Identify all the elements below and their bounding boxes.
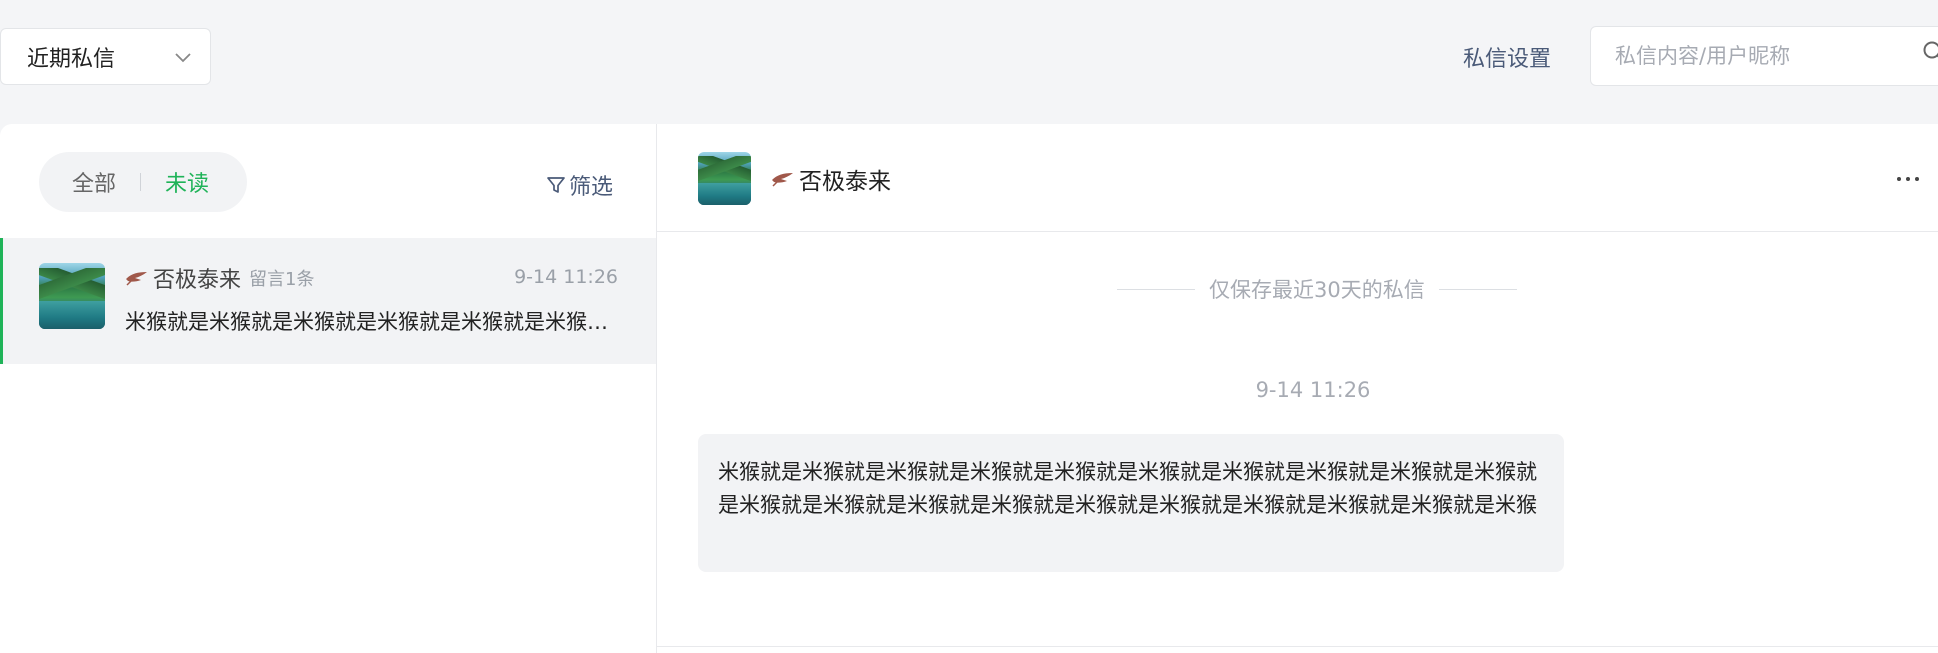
message-count: 留言1条	[249, 269, 315, 290]
conversation-header: 否极泰来 留言1条	[125, 262, 314, 294]
tab-divider	[140, 173, 142, 191]
chat-contact-name[interactable]: 否极泰来	[799, 162, 891, 196]
conversation-name: 否极泰来	[153, 268, 242, 293]
message-timestamp: 9-14 11:26	[1255, 378, 1371, 402]
read-state-tabs: 全部 未读	[39, 152, 247, 212]
chat-avatar[interactable]	[698, 152, 751, 205]
more-options-icon[interactable]	[1897, 172, 1937, 186]
composer-divider	[657, 646, 1938, 647]
search-box	[1590, 26, 1938, 86]
conversation-filter-dropdown[interactable]: 近期私信	[0, 28, 211, 85]
divider-line	[1117, 288, 1195, 290]
chat-panel: 否极泰来 仅保存最近30天的私信 9-14 11:26 米猴就是米猴就是米猴就是…	[656, 124, 1938, 653]
top-bar: 近期私信 私信设置	[0, 0, 1938, 124]
search-input[interactable]	[1615, 41, 1905, 71]
chat-contact: 否极泰来	[771, 162, 891, 196]
conversation-list-panel: 全部 未读 筛选 否极泰来 留言1条 9-14 11:26 米猴就是米猴就是米猴…	[0, 124, 656, 653]
bird-badge-icon	[772, 173, 793, 187]
avatar	[39, 263, 105, 329]
message-settings-link[interactable]: 私信设置	[1463, 41, 1551, 73]
retention-notice: 仅保存最近30天的私信	[1103, 274, 1531, 304]
conversation-time: 9-14 11:26	[514, 266, 618, 288]
filter-button[interactable]: 筛选	[545, 169, 613, 201]
bird-badge-icon	[126, 272, 147, 286]
conversation-preview: 米猴就是米猴就是米猴就是米猴就是米猴就是米猴就是米猴就是米猴就是米猴就是米猴就是…	[125, 310, 617, 334]
tab-unread[interactable]: 未读	[165, 166, 209, 198]
chevron-down-icon	[175, 53, 191, 63]
retention-notice-text: 仅保存最近30天的私信	[1209, 278, 1425, 302]
tab-all[interactable]: 全部	[72, 166, 116, 198]
conversation-filter-value: 近期私信	[27, 46, 116, 72]
divider-line	[1438, 288, 1517, 290]
selected-indicator	[0, 238, 3, 364]
conversation-item[interactable]: 否极泰来 留言1条 9-14 11:26 米猴就是米猴就是米猴就是米猴就是米猴就…	[0, 238, 656, 364]
funnel-icon	[547, 177, 565, 193]
filter-button-label: 筛选	[569, 175, 614, 200]
message-bubble: 米猴就是米猴就是米猴就是米猴就是米猴就是米猴就是米猴就是米猴就是米猴就是米猴就是…	[698, 434, 1564, 572]
chat-header: 否极泰来	[657, 124, 1938, 232]
search-icon[interactable]	[1922, 40, 1938, 64]
